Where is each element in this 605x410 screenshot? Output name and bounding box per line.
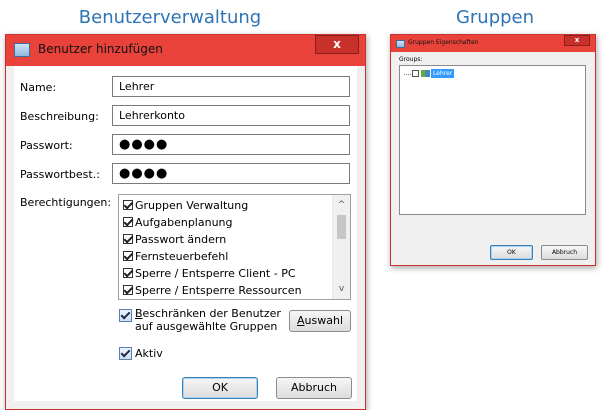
- permissions-list[interactable]: Gruppen Verwaltung Aufgabenplanung Passw…: [118, 194, 351, 300]
- password-label: Passwort:: [20, 139, 73, 152]
- permissions-label: Berechtigungen:: [20, 196, 112, 209]
- permissions-scrollbar[interactable]: ^ v: [332, 195, 350, 299]
- permission-item[interactable]: Gruppen Verwaltung: [123, 197, 248, 214]
- permission-label: Sperre / Entsperre Client - PC: [135, 267, 296, 280]
- permission-item[interactable]: Aufgabenplanung: [123, 214, 233, 231]
- select-groups-button[interactable]: Auswahl: [289, 310, 351, 332]
- dialog-title: Gruppen Eigenschaften: [408, 39, 479, 46]
- ok-button[interactable]: OK: [182, 377, 258, 399]
- restrict-mnemonic: B: [135, 307, 143, 320]
- permission-label: Aufgabenplanung: [135, 216, 233, 229]
- permission-item[interactable]: Passwort ändern: [123, 231, 226, 248]
- groups-label: Groups:: [399, 56, 423, 63]
- checkbox[interactable]: [123, 234, 133, 244]
- heading-user-management: Benutzerverwaltung: [78, 7, 262, 28]
- cancel-button[interactable]: Abbruch: [541, 245, 588, 260]
- close-button[interactable]: x: [564, 35, 590, 46]
- restrict-line2: auf ausgewählte Gruppen: [135, 320, 278, 333]
- checkbox[interactable]: [123, 251, 133, 261]
- permission-item[interactable]: Sperre / Entsperre Ressourcen: [123, 282, 302, 299]
- title-bar[interactable]: Benutzer hinzufügen x: [6, 35, 365, 66]
- password-confirm-field[interactable]: ●●●●: [112, 163, 350, 184]
- window-icon: [14, 43, 30, 57]
- title-bar[interactable]: Gruppen Eigenschaften x: [391, 35, 595, 52]
- select-mnemonic: A: [297, 314, 305, 327]
- description-label: Beschreibung:: [20, 110, 99, 123]
- scroll-up-icon[interactable]: ^: [333, 197, 350, 213]
- name-field[interactable]: Lehrer: [112, 76, 350, 97]
- window-icon: [396, 40, 405, 48]
- checkbox[interactable]: [123, 200, 133, 210]
- permission-label: Sperre / Entsperre Ressourcen: [135, 284, 302, 297]
- active-label[interactable]: Aktiv: [135, 347, 163, 360]
- tree-node-lehrer[interactable]: Lehrer: [431, 69, 455, 78]
- dialog-title: Benutzer hinzufügen: [38, 42, 163, 56]
- scroll-thumb[interactable]: [337, 215, 346, 239]
- active-checkbox[interactable]: [119, 347, 132, 360]
- dialog-client-area: Name: Lehrer Beschreibung: Lehrerkonto P…: [14, 66, 357, 401]
- permission-label: Passwort ändern: [135, 233, 227, 246]
- add-user-dialog: Benutzer hinzufügen x Name: Lehrer Besch…: [5, 34, 366, 410]
- permission-label: Gruppen Verwaltung: [135, 199, 249, 212]
- name-label: Name:: [20, 81, 57, 94]
- dialog-client-area: Groups: Lehrer OK Abbruch: [395, 52, 591, 261]
- close-button[interactable]: x: [315, 35, 359, 54]
- tree-connector: [404, 74, 411, 75]
- description-field[interactable]: Lehrerkonto: [112, 105, 350, 126]
- password-confirm-label: Passwortbest.:: [20, 168, 100, 181]
- groups-tree[interactable]: Lehrer: [399, 65, 586, 215]
- group-checkbox[interactable]: [412, 70, 419, 77]
- cancel-button[interactable]: Abbruch: [276, 377, 352, 399]
- group-properties-dialog: Gruppen Eigenschaften x Groups: Lehrer O…: [390, 34, 596, 266]
- permission-item[interactable]: Fernsteuerbefehl: [123, 248, 228, 265]
- checkbox[interactable]: [123, 285, 133, 295]
- select-label: uswahl: [304, 314, 343, 327]
- ok-button[interactable]: OK: [490, 245, 533, 260]
- scroll-down-icon[interactable]: v: [333, 281, 350, 297]
- restrict-groups-label[interactable]: Beschränken der Benutzer auf ausgewählte …: [135, 307, 281, 333]
- restrict-groups-checkbox[interactable]: [119, 309, 132, 322]
- checkbox[interactable]: [123, 268, 133, 278]
- permission-item[interactable]: Sperre / Entsperre Client - PC: [123, 265, 296, 282]
- restrict-line1: eschränken der Benutzer: [142, 307, 281, 320]
- group-icon: [421, 70, 430, 77]
- password-field[interactable]: ●●●●: [112, 134, 350, 155]
- heading-groups: Gruppen: [455, 7, 535, 28]
- permission-label: Fernsteuerbefehl: [135, 250, 229, 263]
- checkbox[interactable]: [123, 217, 133, 227]
